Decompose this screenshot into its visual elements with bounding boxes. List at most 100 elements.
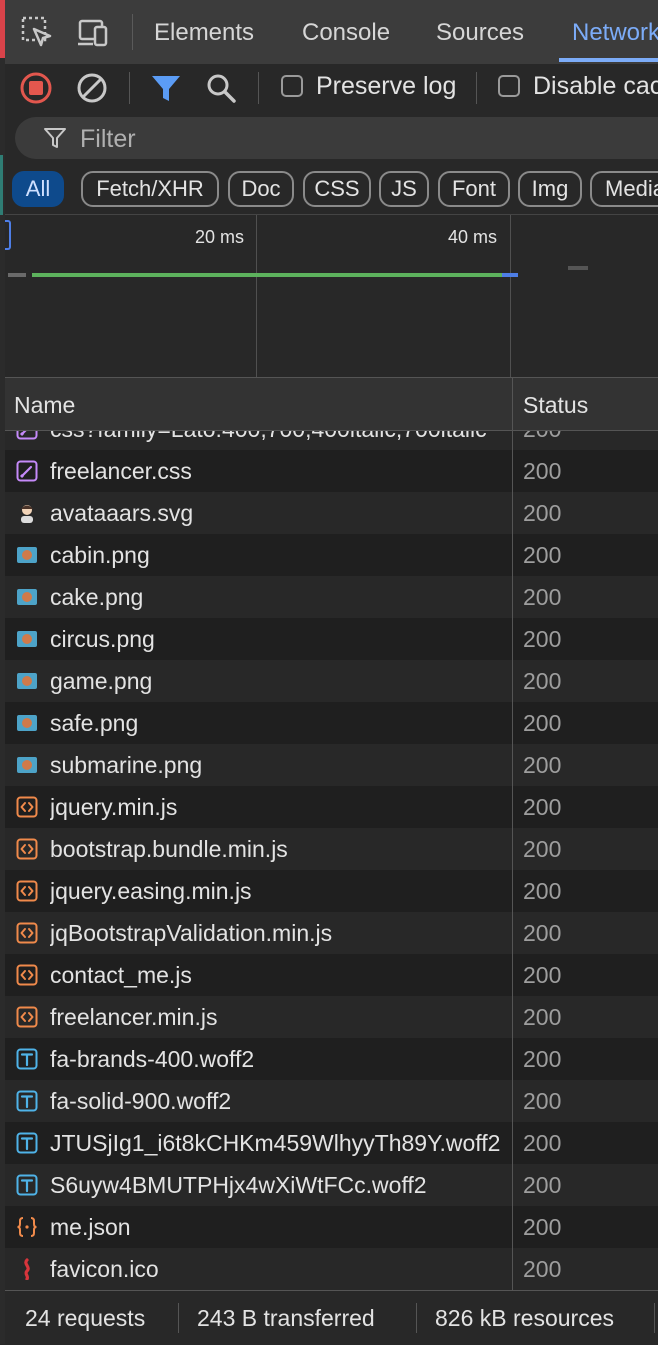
- chip-media[interactable]: Media: [590, 171, 658, 207]
- request-name[interactable]: jquery.easing.min.js: [50, 878, 505, 905]
- request-name[interactable]: fa-solid-900.woff2: [50, 1088, 505, 1115]
- request-name[interactable]: contact_me.js: [50, 962, 505, 989]
- table-row[interactable]: circus.png 200: [5, 618, 658, 660]
- active-tab-indicator: [559, 58, 658, 62]
- tab-console[interactable]: Console: [302, 19, 390, 47]
- request-name[interactable]: circus.png: [50, 626, 505, 653]
- stop-recording-icon[interactable]: [18, 70, 54, 106]
- table-row[interactable]: jquery.min.js 200: [5, 786, 658, 828]
- network-toolbar: Preserve log Disable cache: [5, 64, 658, 113]
- inspect-element-icon[interactable]: [19, 14, 55, 50]
- requests-count: 24 requests: [25, 1305, 146, 1331]
- summary-separator: [654, 1303, 655, 1333]
- table-row[interactable]: fa-solid-900.woff2 200: [5, 1080, 658, 1122]
- request-status: 200: [523, 920, 562, 946]
- chip-all[interactable]: All: [12, 171, 64, 207]
- table-row[interactable]: JTUSjIg1_i6t8kCHKm459WlhyyTh89Y.woff2 200: [5, 1122, 658, 1164]
- network-overview-timeline[interactable]: 20 ms 40 ms: [5, 215, 658, 378]
- preserve-log-checkbox[interactable]: [281, 75, 303, 97]
- filter-input[interactable]: Filter: [15, 117, 658, 159]
- request-name[interactable]: jquery.min.js: [50, 794, 505, 821]
- clear-log-icon[interactable]: [74, 70, 110, 106]
- toolbar-separator: [129, 72, 130, 104]
- disable-cache-checkbox[interactable]: [498, 75, 520, 97]
- request-name[interactable]: cabin.png: [50, 542, 505, 569]
- search-icon[interactable]: [203, 70, 239, 106]
- request-name[interactable]: favicon.ico: [50, 1256, 505, 1283]
- request-name[interactable]: cake.png: [50, 584, 505, 611]
- table-row[interactable]: cabin.png 200: [5, 534, 658, 576]
- toolbar-separator: [476, 72, 477, 104]
- chip-js[interactable]: JS: [379, 171, 429, 207]
- script-icon: [16, 880, 38, 902]
- column-header-status[interactable]: Status: [523, 392, 588, 419]
- table-row[interactable]: cake.png 200: [5, 576, 658, 618]
- edge-accent-teal: [0, 155, 3, 215]
- table-row[interactable]: avataaars.svg 200: [5, 492, 658, 534]
- table-row[interactable]: me.json 200: [5, 1206, 658, 1248]
- overview-bar-download: [502, 273, 518, 277]
- filter-placeholder: Filter: [80, 125, 136, 153]
- request-status: 200: [523, 1046, 562, 1072]
- table-row[interactable]: jquery.easing.min.js 200: [5, 870, 658, 912]
- summary-bar: 24 requests 243 B transferred 826 kB res…: [5, 1290, 658, 1345]
- table-row[interactable]: favicon.ico 200: [5, 1248, 658, 1290]
- overview-bar-queued: [8, 273, 26, 277]
- chip-doc[interactable]: Doc: [228, 171, 294, 207]
- script-icon: [16, 1006, 38, 1028]
- table-row[interactable]: game.png 200: [5, 660, 658, 702]
- summary-separator: [416, 1303, 417, 1333]
- disable-cache-label[interactable]: Disable cache: [533, 72, 658, 101]
- overview-range-handle[interactable]: [5, 220, 11, 250]
- request-name[interactable]: avataaars.svg: [50, 500, 505, 527]
- table-row[interactable]: freelancer.min.js 200: [5, 996, 658, 1038]
- json-icon: [16, 1216, 38, 1238]
- column-header-name[interactable]: Name: [14, 392, 75, 419]
- request-name[interactable]: freelancer.css: [50, 458, 505, 485]
- table-row[interactable]: jqBootstrapValidation.min.js 200: [5, 912, 658, 954]
- table-row[interactable]: S6uyw4BMUTPHjx4wXiWtFCc.woff2 200: [5, 1164, 658, 1206]
- tab-elements[interactable]: Elements: [154, 19, 254, 47]
- chip-img[interactable]: Img: [518, 171, 582, 207]
- table-row[interactable]: submarine.png 200: [5, 744, 658, 786]
- request-name[interactable]: S6uyw4BMUTPHjx4wXiWtFCc.woff2: [50, 1172, 505, 1199]
- tab-network[interactable]: Network: [572, 19, 658, 47]
- script-icon: [16, 922, 38, 944]
- request-name[interactable]: JTUSjIg1_i6t8kCHKm459WlhyyTh89Y.woff2: [50, 1130, 505, 1157]
- favicon-icon: [16, 1258, 38, 1281]
- table-row[interactable]: safe.png 200: [5, 702, 658, 744]
- request-name[interactable]: safe.png: [50, 710, 505, 737]
- request-status: 200: [523, 542, 562, 568]
- toolbar-separator: [258, 72, 259, 104]
- table-row[interactable]: freelancer.css 200: [5, 450, 658, 492]
- request-status: 200: [523, 878, 562, 904]
- request-name[interactable]: submarine.png: [50, 752, 505, 779]
- image-icon: [16, 628, 38, 650]
- request-name[interactable]: me.json: [50, 1214, 505, 1241]
- request-name[interactable]: freelancer.min.js: [50, 1004, 505, 1031]
- image-icon: [16, 712, 38, 734]
- script-icon: [16, 838, 38, 860]
- overview-gridline: [256, 215, 257, 377]
- request-name[interactable]: bootstrap.bundle.min.js: [50, 836, 505, 863]
- table-row[interactable]: contact_me.js 200: [5, 954, 658, 996]
- script-icon: [16, 964, 38, 986]
- chip-fetch-xhr[interactable]: Fetch/XHR: [81, 171, 219, 207]
- request-status: 200: [523, 626, 562, 652]
- image-icon: [16, 544, 38, 566]
- table-row[interactable]: fa-brands-400.woff2 200: [5, 1038, 658, 1080]
- request-name[interactable]: game.png: [50, 668, 505, 695]
- preserve-log-label[interactable]: Preserve log: [316, 72, 456, 101]
- table-row[interactable]: bootstrap.bundle.min.js 200: [5, 828, 658, 870]
- request-name[interactable]: jqBootstrapValidation.min.js: [50, 920, 505, 947]
- chip-css[interactable]: CSS: [303, 171, 371, 207]
- column-resizer[interactable]: [512, 378, 513, 1290]
- chip-font[interactable]: Font: [438, 171, 510, 207]
- request-status: 200: [523, 1088, 562, 1114]
- tab-sources[interactable]: Sources: [436, 19, 524, 47]
- overview-tick-label: 20 ms: [195, 227, 245, 247]
- request-name[interactable]: fa-brands-400.woff2: [50, 1046, 505, 1073]
- filter-toggle-icon[interactable]: [148, 70, 184, 106]
- resources-size: 826 kB resources: [435, 1305, 614, 1331]
- device-toolbar-icon[interactable]: [75, 14, 111, 50]
